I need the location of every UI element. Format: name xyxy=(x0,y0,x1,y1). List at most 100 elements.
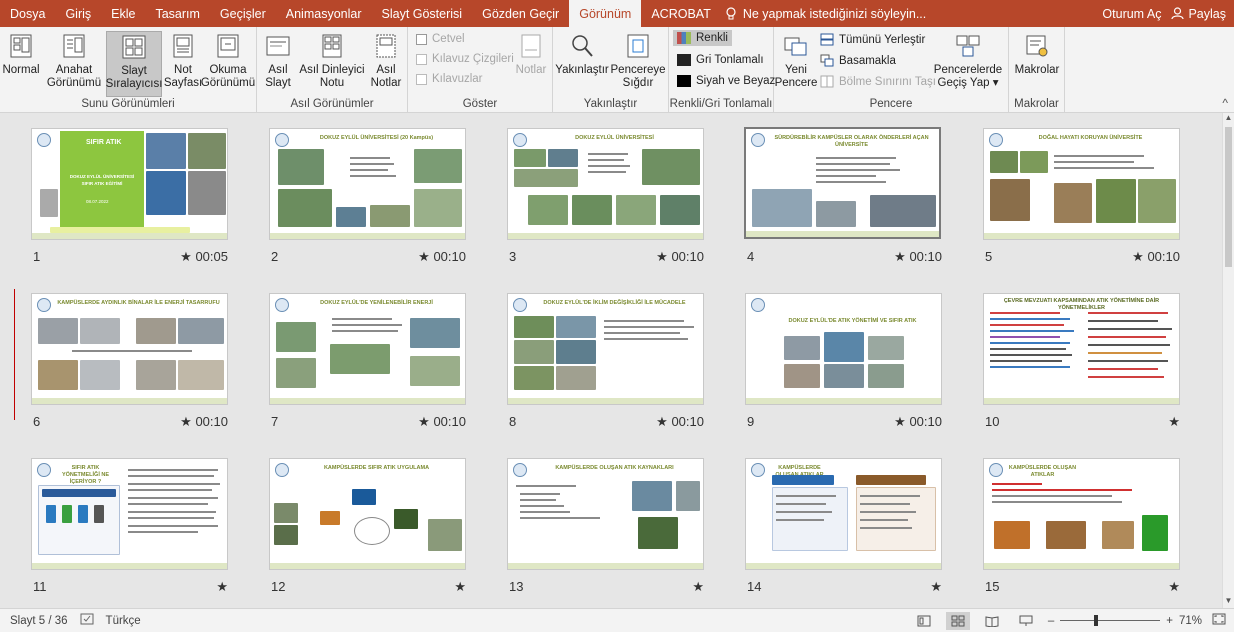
slide-timing-13: ★ xyxy=(692,579,704,594)
slide-sorter-button[interactable]: Slayt Sıralayıcısı xyxy=(106,31,162,97)
guides-checkbox[interactable]: Kılavuzlar xyxy=(416,73,483,85)
share-button[interactable]: Paylaş xyxy=(1171,7,1226,21)
group-sunu-gorunumleri: Normal Anahat Görünümü Slayt Sıralayıcıs… xyxy=(0,27,257,113)
zoom-control: – + 71% xyxy=(1048,615,1202,627)
slide-thumbnail-3[interactable]: DOKUZ EYLÜL ÜNİVERSİTESİ xyxy=(507,128,704,240)
slide-thumbnail-5[interactable]: DOĞAL HAYATI KORUYAN ÜNİVERSİTE xyxy=(983,128,1180,240)
normal-view-button[interactable]: Normal xyxy=(2,31,40,77)
slide-thumbnail-9[interactable]: DOKUZ EYLÜL'DE ATIK YÖNETİMİ VE SIFIR AT… xyxy=(745,293,942,405)
slide-thumbnail-2[interactable]: DOKUZ EYLÜL ÜNİVERSİTESİ (20 Kampüs) xyxy=(269,128,466,240)
group-label-goster: Göster xyxy=(462,98,498,110)
slide-timing-10: ★ xyxy=(1168,414,1180,429)
slide-timing-2: ★ 00:10 xyxy=(418,249,466,264)
vertical-scrollbar[interactable]: ▲ ▼ xyxy=(1222,113,1234,608)
slideshow-status-button[interactable] xyxy=(1014,612,1038,630)
tab-gorunum[interactable]: Görünüm xyxy=(569,0,642,27)
group-label-yakinlastir: Yakınlaştır xyxy=(583,98,638,110)
slide-master-button[interactable]: Asıl Slayt xyxy=(263,31,293,90)
handout-master-button[interactable]: Asıl Dinleyici Notu xyxy=(299,31,365,90)
slide12-title: KAMPÜSLERDE SIFIR ATIK UYGULAMA xyxy=(323,465,430,471)
slide-thumbnail-14[interactable]: KAMPÜSLERDE OLUŞAN ATIKLAR xyxy=(745,458,942,570)
move-split-icon xyxy=(820,75,834,88)
slide-thumbnail-12[interactable]: KAMPÜSLERDE SIFIR ATIK UYGULAMA xyxy=(269,458,466,570)
slide-number-3: 3 xyxy=(509,249,517,264)
slide-timing-value-2: 00:10 xyxy=(433,249,466,264)
zoom-slider-thumb[interactable] xyxy=(1094,615,1099,626)
zoom-button[interactable]: Yakınlaştır xyxy=(555,31,609,77)
slide-thumbnail-6[interactable]: KAMPÜSLERDE AYDINLIK BİNALAR İLE ENERJİ … xyxy=(31,293,228,405)
slide-number-14: 14 xyxy=(747,579,762,594)
reading-view-status-button[interactable] xyxy=(980,612,1004,630)
normal-view-status-icon xyxy=(917,615,931,626)
color-button[interactable]: Renkli xyxy=(673,30,732,46)
gridlines-checkbox[interactable]: Kılavuz Çizgileri xyxy=(416,53,514,65)
slide-thumbnail-11[interactable]: SIFIR ATIK YÖNETMELİĞİ NE İÇERİYOR ? xyxy=(31,458,228,570)
tab-gozden-gecir[interactable]: Gözden Geçir xyxy=(472,0,569,27)
slide-number-8: 8 xyxy=(509,414,517,429)
slide-timing-9: ★ 00:10 xyxy=(894,414,942,429)
tab-ekle[interactable]: Ekle xyxy=(101,0,145,27)
tell-me-box[interactable]: Ne yapmak istediğinizi söyleyin... xyxy=(725,7,926,21)
slide-thumbnail-7[interactable]: DOKUZ EYLÜL'DE YENİLENEBİLİR ENERJİ xyxy=(269,293,466,405)
slide7-title: DOKUZ EYLÜL'DE YENİLENEBİLİR ENERJİ xyxy=(320,300,433,306)
language-status[interactable]: Türkçe xyxy=(106,615,141,627)
slide-timing-1: ★ 00:05 xyxy=(180,249,228,264)
slideshow-icon xyxy=(1019,615,1033,626)
color-label: Renkli xyxy=(696,32,728,44)
scroll-down-icon[interactable]: ▼ xyxy=(1223,596,1234,608)
arrange-all-button[interactable]: Tümünü Yerleştir xyxy=(820,33,925,46)
university-logo xyxy=(37,133,51,147)
group-asil-gorunumler: Asıl Slayt Asıl Dinleyici Notu Asıl Notl… xyxy=(257,27,408,113)
slide-timing-value-8: 00:10 xyxy=(671,414,704,429)
slide-timing-5: ★ 00:10 xyxy=(1132,249,1180,264)
reading-view-button[interactable]: Okuma Görünümü xyxy=(201,31,255,90)
slide9-title: DOKUZ EYLÜL'DE ATIK YÖNETİMİ VE SIFIR AT… xyxy=(788,318,917,324)
tab-tasarim[interactable]: Tasarım xyxy=(145,0,209,27)
slide-thumbnail-13[interactable]: KAMPÜSLERDE OLUŞAN ATIK KAYNAKLARI xyxy=(507,458,704,570)
new-window-button[interactable]: Yeni Pencere xyxy=(775,31,817,90)
zoom-in-icon[interactable]: + xyxy=(1166,615,1173,627)
normal-view-status-button[interactable] xyxy=(912,612,936,630)
signin-link[interactable]: Oturum Aç xyxy=(1102,7,1161,21)
zoom-slider[interactable] xyxy=(1060,615,1161,626)
grayscale-button[interactable]: Gri Tonlamalı xyxy=(677,54,764,66)
notes-page-button[interactable]: Not Sayfası xyxy=(164,31,202,90)
ruler-checkbox[interactable]: Cetvel xyxy=(416,33,465,45)
notes-button[interactable]: Notlar xyxy=(514,31,548,77)
slide-thumbnail-8[interactable]: DOKUZ EYLÜL'DE İKLİM DEĞİŞİKLİĞİ İLE MÜC… xyxy=(507,293,704,405)
tab-giris[interactable]: Giriş xyxy=(55,0,101,27)
scroll-up-icon[interactable]: ▲ xyxy=(1223,113,1234,125)
lightbulb-icon xyxy=(726,6,736,19)
slide-thumbnail-4[interactable]: SÜRDÜREBİLİR KAMPÜSLER OLARAK ÖNDERLERİ … xyxy=(744,127,941,239)
zoom-level[interactable]: 71% xyxy=(1179,615,1202,627)
tab-dosya[interactable]: Dosya xyxy=(0,0,55,27)
slide-timing-15: ★ xyxy=(1168,579,1180,594)
fit-to-window-button[interactable]: Pencereye Sığdır xyxy=(611,31,666,90)
tab-acrobat[interactable]: ACROBAT xyxy=(641,0,721,27)
tab-slayt-gosterisi[interactable]: Slayt Gösterisi xyxy=(372,0,473,27)
color-swatch-icon xyxy=(677,32,691,44)
collapse-ribbon-icon[interactable]: ^ xyxy=(1222,96,1228,110)
slide1-subtitle: DOKUZ EYLÜL ÜNİVERSİTESİ SIFIR ATIK EĞİT… xyxy=(69,174,135,186)
notes-master-button[interactable]: Asıl Notlar xyxy=(369,31,403,90)
slide-thumbnail-15[interactable]: KAMPÜSLERDE OLUŞAN ATIKLAR xyxy=(983,458,1180,570)
notes-page-icon xyxy=(169,31,197,61)
tab-animasyonlar[interactable]: Animasyonlar xyxy=(276,0,372,27)
scroll-thumb[interactable] xyxy=(1225,127,1232,267)
spellcheck-icon[interactable] xyxy=(80,613,94,628)
macros-button[interactable]: Makrolar xyxy=(1013,31,1061,77)
switch-windows-button[interactable]: Pencerelerde Geçiş Yap ▾ xyxy=(932,31,1004,90)
reading-view-label: Okuma xyxy=(209,64,247,76)
move-split-button[interactable]: Bölme Sınırını Taşı xyxy=(820,75,936,88)
fit-slide-icon[interactable] xyxy=(1212,613,1226,628)
slide-thumbnail-10[interactable]: ÇEVRE MEVZUATI KAPSAMINDAN ATIK YÖNETİMİ… xyxy=(983,293,1180,405)
status-bar: Slayt 5 / 36 Türkçe – + 71% xyxy=(0,608,1234,632)
cascade-button[interactable]: Basamakla xyxy=(820,54,896,67)
tab-gecisler[interactable]: Geçişler xyxy=(210,0,276,27)
outline-view-label2: Görünümü xyxy=(46,77,102,89)
black-white-button[interactable]: Siyah ve Beyaz xyxy=(677,75,775,87)
zoom-out-icon[interactable]: – xyxy=(1048,615,1054,627)
slide-sorter-status-button[interactable] xyxy=(945,611,970,630)
outline-view-button[interactable]: Anahat Görünümü xyxy=(46,31,102,90)
slide-thumbnail-1[interactable]: SIFIR ATIK DOKUZ EYLÜL ÜNİVERSİTESİ SIFI… xyxy=(31,128,228,240)
